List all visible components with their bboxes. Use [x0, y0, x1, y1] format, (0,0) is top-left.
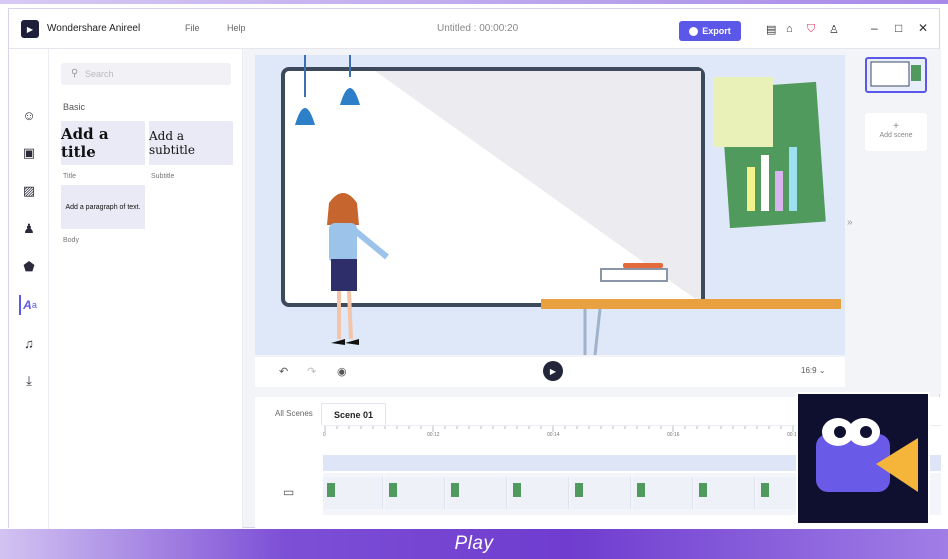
character-icon[interactable]: ☺: [19, 105, 39, 125]
ruler-label: 00:12: [427, 432, 440, 438]
scenes-column: + Add scene: [853, 49, 941, 394]
home-icon[interactable]: ⌂: [786, 23, 793, 35]
user-icon[interactable]: ♙: [829, 23, 839, 36]
preview-icon[interactable]: ◉: [337, 365, 347, 378]
maximize-button[interactable]: □: [895, 21, 902, 35]
marker: [623, 263, 663, 268]
scene-canvas[interactable]: [255, 55, 845, 355]
subtitle-caption: Subtitle: [151, 173, 175, 180]
track-frame: [571, 477, 631, 509]
title-bar: ▶ Wondershare Anireel File Help Untitled…: [9, 9, 939, 49]
play-button[interactable]: ▶: [543, 361, 563, 381]
background-icon[interactable]: ▨: [19, 181, 39, 201]
add-scene-button[interactable]: + Add scene: [865, 113, 927, 151]
chevron-right-icon[interactable]: »: [847, 217, 853, 228]
tab-all-scenes[interactable]: All Scenes: [263, 403, 325, 425]
ruler-label: 0: [323, 432, 326, 438]
track-frame: [447, 477, 507, 509]
track-frame: [633, 477, 693, 509]
media-icon[interactable]: ▣: [19, 143, 39, 163]
presenter-skirt: [331, 259, 357, 291]
add-scene-label: Add scene: [879, 132, 913, 139]
cart-icon[interactable]: ⛉: [807, 23, 815, 36]
anireel-logo-icon: [816, 418, 918, 492]
menu-file[interactable]: File: [185, 23, 200, 33]
canvas-controls: ↶ ↷ ◉ ▶ 16:9 ⌄: [255, 357, 845, 387]
play-label: Play: [454, 533, 494, 554]
title-preview: Add a title: [61, 125, 109, 161]
track-frame: [385, 477, 445, 509]
marker-tray: [600, 268, 668, 282]
desk-top: [541, 299, 841, 309]
document-title: Untitled : 00:00:20: [437, 23, 519, 34]
ruler-label: 00:16: [667, 432, 680, 438]
film-icon: ▭: [283, 485, 295, 499]
section-label-basic: Basic: [63, 102, 86, 112]
tab-scene-01[interactable]: Scene 01: [321, 403, 387, 425]
top-accent-line: [0, 0, 948, 4]
ruler-label: 00:14: [547, 432, 560, 438]
track-frame: [323, 477, 383, 509]
track-frame: [509, 477, 569, 509]
save-icon[interactable]: ▤: [766, 23, 776, 36]
app-logo-icon: ▶: [21, 20, 39, 38]
subtitle-text-card[interactable]: Add a subtitle: [149, 121, 233, 165]
prop-icon[interactable]: ⬟: [19, 257, 39, 277]
undo-icon[interactable]: ↶: [279, 365, 288, 378]
menu-help[interactable]: Help: [227, 23, 246, 33]
play-banner[interactable]: Play: [0, 529, 948, 559]
title-text-card[interactable]: Add a title: [61, 121, 145, 165]
search-icon: ⚲: [71, 68, 79, 79]
aspect-ratio-value: 16:9: [801, 366, 817, 375]
chevron-down-icon: ⌄: [818, 366, 826, 375]
aspect-ratio-select[interactable]: 16:9 ⌄: [801, 366, 826, 375]
export-label: Export: [702, 26, 731, 36]
search-placeholder: Search: [85, 69, 114, 79]
sticky-note: [713, 77, 773, 147]
app-name: Wondershare Anireel: [47, 23, 141, 34]
text-icon[interactable]: Aa: [19, 295, 39, 315]
title-caption: Title: [63, 173, 76, 180]
export-media-icon[interactable]: ⤓: [19, 371, 39, 391]
track-frame: [695, 477, 755, 509]
export-button[interactable]: Export: [679, 21, 741, 41]
presenter-shirt: [329, 223, 357, 263]
close-button[interactable]: ✕: [918, 21, 928, 35]
redo-icon[interactable]: ↷: [307, 365, 316, 378]
scene-thumbnail[interactable]: [865, 57, 927, 93]
scene-thumbnail-preview: [870, 61, 921, 87]
body-preview: Add a paragraph of text.: [65, 203, 141, 211]
left-rail: ☺ ▣ ▨ ♟ ⬟ Aa ♫ ⤓: [9, 49, 49, 529]
actor-icon[interactable]: ♟: [19, 219, 39, 239]
minimize-button[interactable]: –: [871, 21, 878, 35]
anireel-logo-badge: [796, 392, 930, 525]
search-input[interactable]: ⚲ Search: [61, 63, 231, 85]
body-caption: Body: [63, 237, 79, 244]
export-icon: [689, 26, 699, 36]
text-panel: ⚲ Search Basic Add a title Title Add a s…: [49, 49, 243, 529]
scene-illustration: [281, 55, 841, 355]
body-text-card[interactable]: Add a paragraph of text.: [61, 185, 145, 229]
subtitle-preview: Add a subtitle: [149, 129, 195, 157]
music-icon[interactable]: ♫: [19, 333, 39, 353]
plus-icon: +: [893, 121, 899, 132]
canvas-area: ↶ ↷ ◉ ▶ 16:9 ⌄: [255, 49, 853, 391]
